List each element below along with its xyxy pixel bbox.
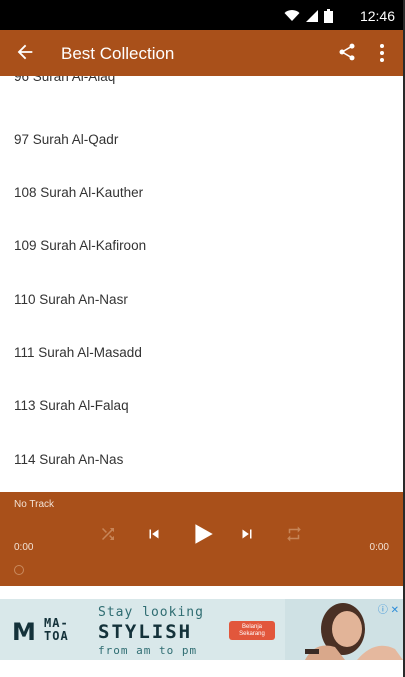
elapsed-time: 0:00	[14, 542, 34, 553]
ad-area: M MA- TOA Stay looking STYLISH from am t…	[0, 586, 403, 677]
more-vert-icon[interactable]	[377, 42, 387, 64]
play-icon[interactable]	[190, 520, 216, 548]
list-item-label: 97 Surah Al-Qadr	[14, 132, 119, 147]
list-item-label: 113 Surah Al-Falaq	[14, 398, 129, 413]
status-icons	[284, 9, 333, 23]
list-item[interactable]: 113 Surah Al-Falaq	[0, 398, 403, 451]
total-time: 0:00	[369, 542, 389, 553]
status-time: 12:46	[359, 8, 395, 24]
track-title: No Track	[14, 499, 55, 510]
list-item[interactable]: 97 Surah Al-Qadr	[0, 132, 403, 185]
ad-headline-1: Stay looking	[98, 605, 204, 620]
ad-headline-3: from am to pm	[98, 644, 198, 657]
ad-logo-sub: MA- TOA	[44, 616, 69, 643]
ad-logo-mark: M	[12, 618, 36, 646]
close-icon[interactable]: ✕	[391, 605, 399, 616]
list-item[interactable]: 111 Surah Al-Masadd	[0, 345, 403, 398]
share-icon[interactable]	[337, 42, 357, 62]
list-item-label: 109 Surah Al-Kafiroon	[14, 238, 147, 253]
skip-next-icon[interactable]	[238, 525, 256, 543]
skip-previous-icon[interactable]	[145, 525, 163, 543]
list-item-label: 96 Surah Al-Alaq	[14, 76, 116, 84]
list-item[interactable]: 108 Surah Al-Kauther	[0, 185, 403, 238]
list-item[interactable]: 96 Surah Al-Alaq	[0, 76, 403, 109]
ad-choices[interactable]: ⓘ ✕	[378, 601, 399, 616]
adchoices-icon[interactable]: ⓘ	[378, 605, 388, 616]
wifi-icon	[284, 10, 300, 21]
list-item[interactable]: 109 Surah Al-Kafiroon	[0, 238, 403, 291]
media-player: No Track 0:00 0:00	[0, 492, 403, 586]
app-bar: Best Collection	[0, 30, 403, 76]
ad-headline-2: STYLISH	[98, 621, 193, 643]
status-bar: 12:46	[0, 0, 403, 30]
shuffle-icon[interactable]	[99, 525, 117, 543]
signal-icon	[306, 10, 318, 22]
ad-banner[interactable]: M MA- TOA Stay looking STYLISH from am t…	[0, 599, 403, 660]
phone-screen: 12:46 Best Collection 96 Surah Al-Alaq 9…	[0, 0, 403, 677]
list-item-label: 110 Surah An-Nasr	[14, 292, 128, 307]
repeat-icon[interactable]	[285, 525, 303, 543]
list-item-label: 108 Surah Al-Kauther	[14, 185, 144, 200]
list-item-label: 114 Surah An-Nas	[14, 452, 124, 467]
list-item[interactable]: 114 Surah An-Nas	[0, 452, 403, 492]
battery-icon	[324, 9, 333, 23]
track-list: 96 Surah Al-Alaq 97 Surah Al-Qadr 108 Su…	[0, 76, 403, 492]
list-item-label: 111 Surah Al-Masadd	[14, 345, 142, 360]
arrow-back-icon[interactable]	[14, 41, 36, 63]
ad-logo: M MA- TOA	[6, 613, 84, 647]
list-item[interactable]: 110 Surah An-Nasr	[0, 292, 403, 345]
seek-bar-thumb[interactable]	[14, 565, 24, 575]
ad-cta-button[interactable]: Belanja Sekarang	[229, 621, 275, 640]
page-title: Best Collection	[61, 44, 175, 63]
